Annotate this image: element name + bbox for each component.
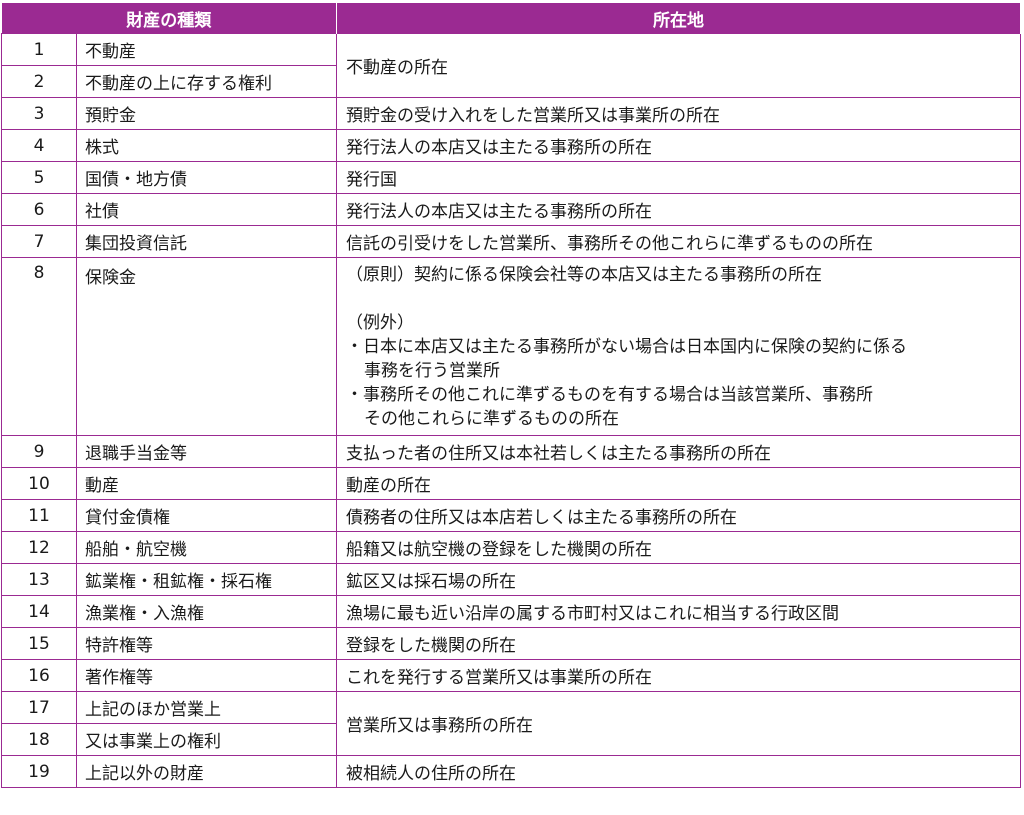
property-type: 鉱業権・租鉱権・採石権 [76,563,337,596]
property-type: 国債・地方債 [76,161,337,194]
property-type: 上記のほか営業上 [76,691,337,724]
table-row: 3 預貯金 預貯金の受け入れをした営業所又は事業所の所在 [1,97,1021,130]
property-location: 不動産の所在 [336,33,1021,98]
table-row: 9 退職手当金等 支払った者の住所又は本社若しくは主たる事務所の所在 [1,435,1021,468]
row-number: 10 [1,467,77,500]
header-location: 所在地 [336,3,1021,34]
row-number: 19 [1,755,77,788]
property-type: 船舶・航空機 [76,531,337,564]
property-type: 動産 [76,467,337,500]
table-row: 15 特許権等 登録をした機関の所在 [1,627,1021,660]
row-number: 1 [1,33,77,66]
property-location: 動産の所在 [336,467,1021,500]
table-row: 13 鉱業権・租鉱権・採石権 鉱区又は採石場の所在 [1,563,1021,596]
property-location: 債務者の住所又は本店若しくは主たる事務所の所在 [336,499,1021,532]
row-number: 11 [1,499,77,532]
property-location: これを発行する営業所又は事業所の所在 [336,659,1021,692]
property-location: 信託の引受けをした営業所、事務所その他これらに準ずるものの所在 [336,225,1021,258]
property-location: 支払った者の住所又は本社若しくは主たる事務所の所在 [336,435,1021,468]
row-number: 18 [1,723,77,756]
table-row: 16 著作権等 これを発行する営業所又は事業所の所在 [1,659,1021,692]
table-row: 8 保険金 （原則）契約に係る保険会社等の本店又は主たる事務所の所在 （例外） … [1,257,1021,436]
property-location: 登録をした機関の所在 [336,627,1021,660]
table-row: 17 上記のほか営業上 営業所又は事務所の所在 [1,691,1021,756]
row-number: 2 [1,65,77,98]
property-type: 上記以外の財産 [76,755,337,788]
property-type: 預貯金 [76,97,337,130]
property-type: 不動産 [76,33,337,66]
property-location: 営業所又は事務所の所在 [336,691,1021,756]
row-number: 6 [1,193,77,226]
property-location: 発行法人の本店又は主たる事務所の所在 [336,129,1021,162]
location-exception-heading: （例外） [346,313,414,333]
property-type: 集団投資信託 [76,225,337,258]
property-type: 漁業権・入漁権 [76,595,337,628]
property-location: 鉱区又は採石場の所在 [336,563,1021,596]
property-location: 被相続人の住所の所在 [336,755,1021,788]
table-row: 7 集団投資信託 信託の引受けをした営業所、事務所その他これらに準ずるものの所在 [1,225,1021,258]
property-location: 発行国 [336,161,1021,194]
row-number: 8 [1,257,77,436]
table-row: 5 国債・地方債 発行国 [1,161,1021,194]
table-row: 19 上記以外の財産 被相続人の住所の所在 [1,755,1021,788]
table-header-row: 財産の種類 所在地 [1,3,1021,34]
location-exception-1: ・日本に本店又は主たる事務所がない場合は日本国内に保険の契約に係る [346,337,907,357]
row-number: 12 [1,531,77,564]
property-type: 退職手当金等 [76,435,337,468]
location-principle: （原則）契約に係る保険会社等の本店又は主たる事務所の所在 [346,265,822,285]
table-row: 6 社債 発行法人の本店又は主たる事務所の所在 [1,193,1021,226]
location-exception-1-cont: 事務を行う営業所 [364,361,500,381]
row-number: 16 [1,659,77,692]
row-number: 17 [1,691,77,724]
property-location-insurance: （原則）契約に係る保険会社等の本店又は主たる事務所の所在 （例外） ・日本に本店… [336,257,1021,436]
property-type: 社債 [76,193,337,226]
property-location-table: 財産の種類 所在地 1 不動産 不動産の所在 2 不動産の上に存する権利 3 預… [1,3,1021,788]
table-row: 4 株式 発行法人の本店又は主たる事務所の所在 [1,129,1021,162]
table-row: 1 不動産 不動産の所在 [1,33,1021,98]
row-number: 3 [1,97,77,130]
property-location: 船籍又は航空機の登録をした機関の所在 [336,531,1021,564]
row-number: 9 [1,435,77,468]
row-number: 4 [1,129,77,162]
table-row: 11 貸付金債権 債務者の住所又は本店若しくは主たる事務所の所在 [1,499,1021,532]
header-property-type: 財産の種類 [1,3,337,34]
property-location: 発行法人の本店又は主たる事務所の所在 [336,193,1021,226]
row-number: 15 [1,627,77,660]
property-type: 特許権等 [76,627,337,660]
property-location: 預貯金の受け入れをした営業所又は事業所の所在 [336,97,1021,130]
table-row: 14 漁業権・入漁権 漁場に最も近い沿岸の属する市町村又はこれに相当する行政区間 [1,595,1021,628]
property-location: 漁場に最も近い沿岸の属する市町村又はこれに相当する行政区間 [336,595,1021,628]
table-row: 12 船舶・航空機 船籍又は航空機の登録をした機関の所在 [1,531,1021,564]
property-type: 貸付金債権 [76,499,337,532]
row-number: 14 [1,595,77,628]
property-type: 著作権等 [76,659,337,692]
location-exception-2: ・事務所その他これに準ずるものを有する場合は当該営業所、事務所 [346,385,873,405]
location-exception-2-cont: その他これらに準ずるものの所在 [364,409,619,429]
property-type: 保険金 [76,257,337,436]
table-row: 10 動産 動産の所在 [1,467,1021,500]
row-number: 13 [1,563,77,596]
row-number: 5 [1,161,77,194]
row-number: 7 [1,225,77,258]
property-type: 株式 [76,129,337,162]
property-type: 不動産の上に存する権利 [76,65,337,98]
property-type: 又は事業上の権利 [76,723,337,756]
